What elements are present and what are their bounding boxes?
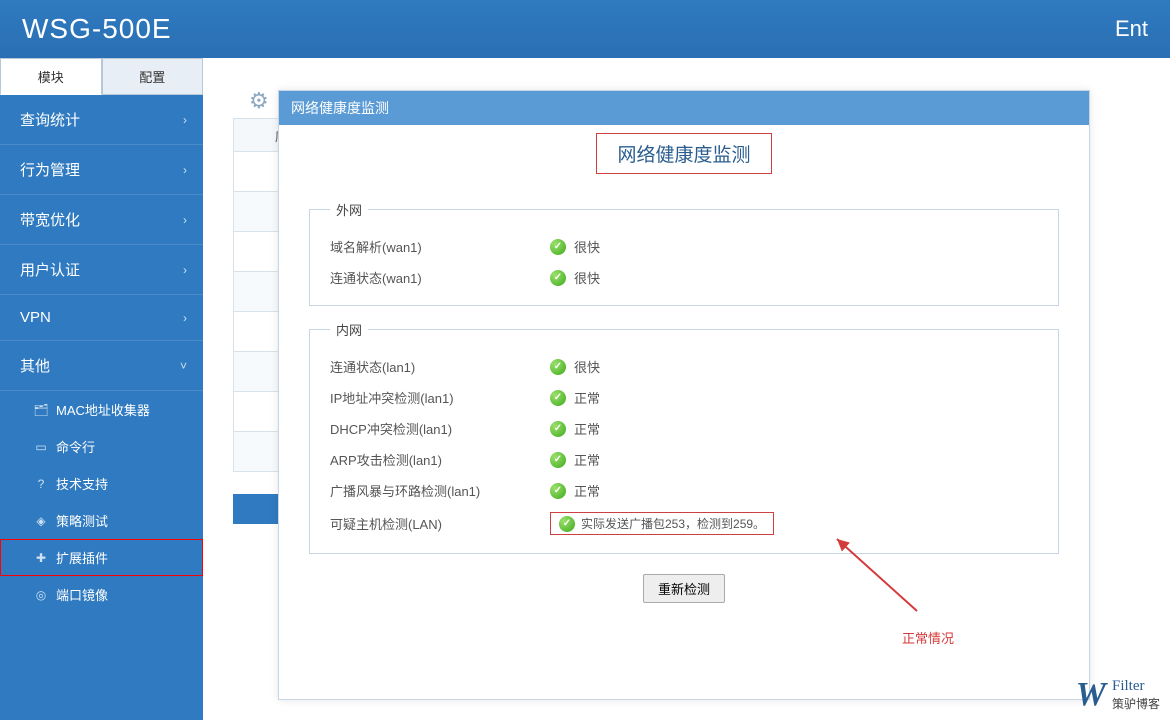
lan-ipconf-label: IP地址冲突检测(lan1) (330, 388, 550, 407)
nav-sub-plugin[interactable]: ✚扩展插件 (0, 539, 203, 576)
terminal-icon: ▭ (34, 440, 48, 454)
nav-query-stats[interactable]: 查询统计› (0, 95, 203, 145)
mirror-icon: ◎ (34, 588, 48, 602)
chevron-down-icon: ˅ (180, 359, 187, 373)
help-icon: ? (34, 477, 48, 491)
lan-susp-label: 可疑主机检测(LAN) (330, 514, 550, 533)
nav-sub-policy[interactable]: ◈策略测试 (0, 502, 203, 539)
lan-bcast-label: 广播风暴与环路检测(lan1) (330, 481, 550, 500)
brand-w: W (1076, 676, 1106, 714)
wan-conn-status: 很快 (574, 268, 600, 287)
nav-sub-mac[interactable]: 🗂MAC地址收集器 (0, 391, 203, 428)
chevron-right-icon: › (183, 163, 187, 177)
nav-behavior[interactable]: 行为管理› (0, 145, 203, 195)
check-icon: ✓ (550, 239, 566, 255)
wan-conn-label: 连通状态(wan1) (330, 268, 550, 287)
recheck-button[interactable]: 重新检测 (643, 574, 725, 603)
modal-header: 网络健康度监测 (279, 91, 1089, 125)
lan-conn-label: 连通状态(lan1) (330, 357, 550, 376)
check-icon: ✓ (559, 516, 575, 532)
brand-logo: W Filter 策驴博客 (1076, 676, 1160, 714)
target-icon: ◈ (34, 514, 48, 528)
lan-conn-status: 很快 (574, 357, 600, 376)
check-icon: ✓ (550, 452, 566, 468)
wan-legend: 外网 (330, 200, 368, 219)
app-header: WSG-500E Ent (0, 0, 1170, 58)
puzzle-icon: ✚ (34, 551, 48, 565)
lan-dhcp-label: DHCP冲突检测(lan1) (330, 419, 550, 438)
lan-dhcp-status: 正常 (574, 419, 600, 438)
check-icon: ✓ (550, 483, 566, 499)
wan-fieldset: 外网 域名解析(wan1) ✓ 很快 连通状态(wan1) ✓ 很快 (309, 200, 1059, 306)
lan-susp-detail-box: ✓ 实际发送广播包253，检测到259。 (550, 512, 774, 535)
check-icon: ✓ (550, 270, 566, 286)
brand-sub: 策驴博客 (1112, 695, 1160, 712)
check-icon: ✓ (550, 390, 566, 406)
chevron-right-icon: › (183, 263, 187, 277)
tab-module[interactable]: 模块 (0, 58, 102, 95)
briefcase-icon: 🗂 (34, 403, 48, 417)
chevron-right-icon: › (183, 213, 187, 227)
lan-bcast-status: 正常 (574, 481, 600, 500)
sidebar-tabs: 模块 配置 (0, 58, 203, 95)
wan-conn-row: 连通状态(wan1) ✓ 很快 (330, 262, 1038, 293)
chevron-right-icon: › (183, 113, 187, 127)
health-modal: 网络健康度监测 网络健康度监测 外网 域名解析(wan1) ✓ 很快 连通状态(w… (278, 90, 1090, 700)
nav-bandwidth[interactable]: 带宽优化› (0, 195, 203, 245)
chevron-right-icon: › (183, 311, 187, 325)
check-icon: ✓ (550, 421, 566, 437)
nav-auth[interactable]: 用户认证› (0, 245, 203, 295)
brand-name: Filter (1112, 678, 1160, 695)
wan-dns-row: 域名解析(wan1) ✓ 很快 (330, 231, 1038, 262)
lan-arp-label: ARP攻击检测(lan1) (330, 450, 550, 469)
lan-fieldset: 内网 连通状态(lan1)✓很快 IP地址冲突检测(lan1)✓正常 DHCP冲… (309, 320, 1059, 554)
nav-sub-support[interactable]: ?技术支持 (0, 465, 203, 502)
lan-susp-detail: 实际发送广播包253，检测到259。 (581, 515, 765, 532)
lan-ipconf-status: 正常 (574, 388, 600, 407)
tab-config[interactable]: 配置 (102, 58, 204, 95)
modal-title: 网络健康度监测 (596, 133, 771, 174)
wan-dns-label: 域名解析(wan1) (330, 237, 550, 256)
content-area: ⚙ 显示 序号 1 2 3 4 5 6 7 8 网络健康度监测 网络健康度监测 … (203, 58, 1170, 720)
annotation-text: 正常情况 (902, 628, 954, 647)
lan-legend: 内网 (330, 320, 368, 339)
nav-vpn[interactable]: VPN› (0, 295, 203, 341)
sidebar: 模块 配置 查询统计› 行为管理› 带宽优化› 用户认证› VPN› 其他˅ 🗂… (0, 58, 203, 720)
nav-sub-mirror[interactable]: ◎端口镜像 (0, 576, 203, 613)
lan-arp-status: 正常 (574, 450, 600, 469)
gear-icon: ⚙ (249, 88, 269, 114)
header-right-text: Ent (1115, 16, 1148, 42)
nav-other[interactable]: 其他˅ (0, 341, 203, 391)
wan-dns-status: 很快 (574, 237, 600, 256)
nav-sub-cli[interactable]: ▭命令行 (0, 428, 203, 465)
app-title: WSG-500E (22, 13, 172, 45)
check-icon: ✓ (550, 359, 566, 375)
